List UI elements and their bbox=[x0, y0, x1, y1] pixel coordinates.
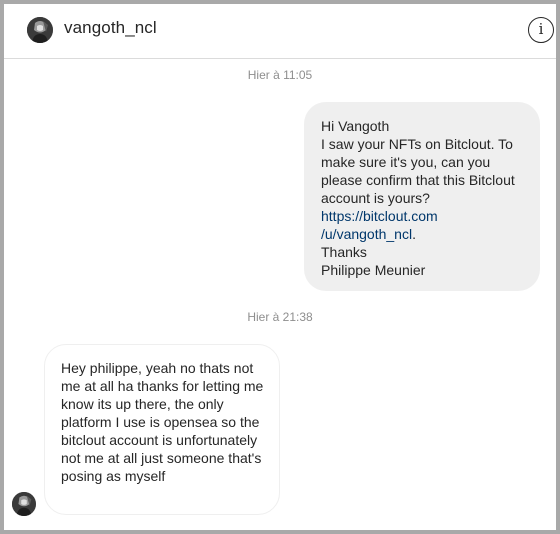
profile-avatar-icon[interactable] bbox=[27, 17, 53, 43]
message-timestamp: Hier à 21:38 bbox=[247, 310, 313, 324]
message-text-period: . bbox=[412, 226, 416, 242]
message-text: Hey philippe, yeah no thats not me at al… bbox=[61, 360, 264, 484]
message-signoff: Thanks Philippe Meunier bbox=[321, 244, 426, 278]
incoming-message-bubble: Hey philippe, yeah no thats not me at al… bbox=[44, 344, 280, 515]
dm-window: vangoth_ncl i Hier à 11:05 Hi Vangoth I … bbox=[0, 0, 560, 534]
bitclout-link-path[interactable]: /u/vangoth_ncl bbox=[321, 226, 412, 242]
sender-avatar-icon[interactable] bbox=[12, 492, 36, 516]
conversation-header: vangoth_ncl i bbox=[4, 4, 556, 59]
conversation-username[interactable]: vangoth_ncl bbox=[64, 18, 157, 38]
message-timestamp: Hier à 11:05 bbox=[247, 68, 313, 82]
message-text: Hi Vangoth I saw your NFTs on Bitclout. … bbox=[321, 118, 515, 206]
bitclout-link[interactable]: https://bitclout.com bbox=[321, 208, 438, 224]
info-icon[interactable]: i bbox=[528, 17, 554, 43]
outgoing-message-bubble: Hi Vangoth I saw your NFTs on Bitclout. … bbox=[304, 102, 540, 291]
